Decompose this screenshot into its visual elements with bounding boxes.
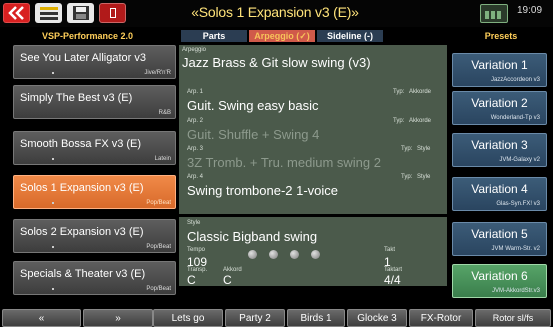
arp2-label: Arp. 2 xyxy=(187,118,204,124)
bottom-button-rotor-sl-fs[interactable]: Rotor sl/fs xyxy=(475,309,551,327)
list-item-performance[interactable]: Smooth Bossa FX v3 (E) Latein xyxy=(13,131,176,165)
window-title: «Solos 1 Expansion v3 (E)» xyxy=(191,4,359,20)
arp3-typ-label: Typ: xyxy=(401,146,413,152)
arp1-typ-label: Typ: xyxy=(393,89,405,95)
tab-parts[interactable]: Parts xyxy=(181,30,247,42)
style-panel: Style Classic Bigband swing Tempo 109 Ta… xyxy=(179,217,447,287)
arp1-type: Akkorde xyxy=(409,89,432,95)
style-lines-icon[interactable] xyxy=(35,3,62,23)
arpeggio-label: Arpeggio xyxy=(182,47,207,53)
performance-genre: Pop/Beat xyxy=(146,286,171,292)
variation-button[interactable]: Variation 5 JVM Warm-Str. v2 xyxy=(452,222,547,256)
style-name[interactable]: Classic Bigband swing xyxy=(187,229,317,244)
dot-marker xyxy=(52,288,54,290)
variation-sub: JVM-AkkordStr.v3 xyxy=(491,288,540,294)
bottom-button-party-2[interactable]: Party 2 xyxy=(225,309,285,327)
transp-value[interactable]: C xyxy=(187,273,196,287)
variation-sub: Glas-Syn.FX! v3 xyxy=(496,201,540,207)
dot-marker xyxy=(52,158,54,160)
performance-name: Solos 2 Expansion v3 (E) xyxy=(20,226,144,238)
arp4-name[interactable]: Swing trombone-2 1-voice xyxy=(187,183,338,198)
variation-button[interactable]: Variation 1 JazzAccordeon v3 xyxy=(452,53,547,87)
performance-name: Specials & Theater v3 (E) xyxy=(20,268,146,280)
taktart-value: 4/4 xyxy=(384,273,401,287)
arp3-name[interactable]: 3Z Tromb. + Tru. medium swing 2 xyxy=(187,155,381,170)
arp2-type: Akkorde xyxy=(409,118,432,124)
performance-name: Solos 1 Expansion v3 (E) xyxy=(20,182,144,194)
arp1-name[interactable]: Guit. Swing easy basic xyxy=(187,98,319,113)
disk-icon[interactable] xyxy=(67,3,94,23)
performance-genre: Jive/R'n'R xyxy=(144,70,171,76)
battery-status-icon xyxy=(480,4,508,23)
arp1-label: Arp. 1 xyxy=(187,89,204,95)
bottom-button-lets-go[interactable]: Lets go xyxy=(153,309,223,327)
arp4-label: Arp. 4 xyxy=(187,174,204,180)
back-arrows-icon[interactable] xyxy=(3,3,30,23)
variation-button[interactable]: Variation 2 Wonderland-Tp v3 xyxy=(452,91,547,125)
arp2-typ-label: Typ: xyxy=(393,118,405,124)
beat-indicator-icon xyxy=(290,250,299,259)
variation-button-selected[interactable]: Variation 6 JVM-AkkordStr.v3 xyxy=(452,264,547,298)
top-bar: «Solos 1 Expansion v3 (E)» 19:09 xyxy=(0,0,553,27)
variation-sub: JVM Warm-Str. v2 xyxy=(491,246,540,252)
beat-indicator-icon xyxy=(269,250,278,259)
akkord-value: C xyxy=(223,273,232,287)
list-item-performance[interactable]: Solos 2 Expansion v3 (E) Pop/Beat xyxy=(13,219,176,253)
dot-marker xyxy=(52,246,54,248)
variation-name: Variation 1 xyxy=(471,58,528,72)
arp3-type: Style xyxy=(417,146,431,152)
variation-name: Variation 3 xyxy=(471,138,528,152)
performance-genre: R&B xyxy=(158,110,171,116)
list-item-performance-selected[interactable]: Solos 1 Expansion v3 (E) Pop/Beat xyxy=(13,175,176,209)
performance-name: See You Later Alligator v3 xyxy=(20,52,146,64)
arp2-name[interactable]: Guit. Shuffle + Swing 4 xyxy=(187,127,319,142)
arp3-label: Arp. 3 xyxy=(187,146,204,152)
list-item-performance[interactable]: See You Later Alligator v3 Jive/R'n'R xyxy=(13,45,176,79)
arpeggio-name[interactable]: Jazz Brass & Git slow swing (v3) xyxy=(182,55,371,70)
variation-name: Variation 5 xyxy=(471,227,528,241)
performance-genre: Pop/Beat xyxy=(146,200,171,206)
variation-sub: JazzAccordeon v3 xyxy=(490,77,540,83)
performance-genre: Latein xyxy=(154,156,171,162)
performance-genre: Pop/Beat xyxy=(146,244,171,250)
arpeggio-panel: Arpeggio Jazz Brass & Git slow swing (v3… xyxy=(179,45,447,214)
scroll-up-button[interactable]: « xyxy=(2,309,81,327)
scroll-down-button[interactable]: » xyxy=(83,309,153,327)
takt-label: Takt xyxy=(384,247,396,253)
tab-arpeggio[interactable]: Arpeggio (✓) xyxy=(249,30,315,42)
bottom-button-glocke-3[interactable]: Glocke 3 xyxy=(347,309,407,327)
variation-button[interactable]: Variation 3 JVM-Galaxy v2 xyxy=(452,133,547,167)
dot-marker xyxy=(52,72,54,74)
presets-header: Presets xyxy=(484,30,518,41)
variation-button[interactable]: Variation 4 Glas-Syn.FX! v3 xyxy=(452,177,547,211)
performance-name: Simply The Best v3 (E) xyxy=(20,92,133,104)
performance-header: VSP-Performance 2.0 xyxy=(41,30,134,41)
bottom-button-birds-1[interactable]: Birds 1 xyxy=(287,309,345,327)
tempo-label: Tempo xyxy=(187,247,206,253)
style-label: Style xyxy=(187,220,201,226)
list-item-performance[interactable]: Simply The Best v3 (E) R&B xyxy=(13,85,176,119)
dot-marker xyxy=(52,202,54,204)
variation-name: Variation 4 xyxy=(471,182,528,196)
beat-indicator-icon xyxy=(311,250,320,259)
variation-sub: Wonderland-Tp v3 xyxy=(490,115,540,121)
performance-name: Smooth Bossa FX v3 (E) xyxy=(20,138,142,150)
red-square-icon[interactable] xyxy=(99,3,126,23)
beat-indicator-icon xyxy=(248,250,257,259)
variation-sub: JVM-Galaxy v2 xyxy=(499,157,540,163)
arp4-type: Style xyxy=(417,174,431,180)
bottom-button-fx-rotor[interactable]: FX-Rotor xyxy=(409,309,473,327)
variation-name: Variation 2 xyxy=(471,96,528,110)
variation-name: Variation 6 xyxy=(471,269,528,283)
clock-time: 19:09 xyxy=(517,5,543,16)
arp4-typ-label: Typ: xyxy=(401,174,413,180)
list-item-performance[interactable]: Specials & Theater v3 (E) Pop/Beat xyxy=(13,261,176,295)
tab-sideline[interactable]: Sideline (-) xyxy=(317,30,383,42)
